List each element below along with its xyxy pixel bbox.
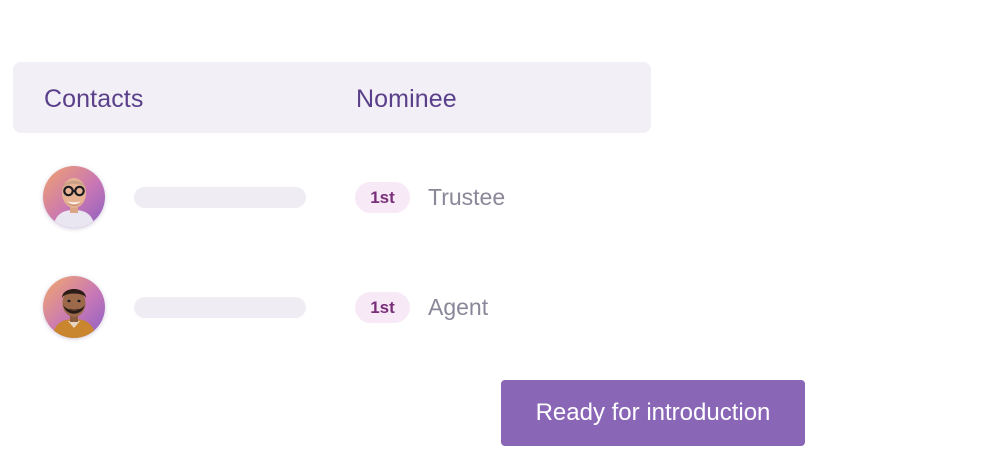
avatar	[43, 276, 105, 338]
table-row: 1st Agent	[0, 273, 993, 343]
nominee-role: Agent	[428, 294, 489, 320]
column-header-nominee: Nominee	[356, 85, 457, 113]
contact-name-placeholder	[134, 187, 306, 208]
table-header: Contacts Nominee	[13, 62, 651, 133]
column-header-contacts: Contacts	[44, 85, 144, 113]
table-row: 1st Trustee	[0, 163, 993, 233]
contact-avatar-beard-icon	[43, 276, 105, 338]
rank-badge: 1st	[355, 292, 410, 323]
rank-badge: 1st	[355, 182, 410, 213]
avatar	[43, 166, 105, 228]
nominee-role: Trustee	[428, 184, 506, 210]
contact-avatar-glasses-icon	[43, 166, 105, 228]
ready-for-introduction-button[interactable]: Ready for introduction	[501, 380, 805, 446]
contact-name-placeholder	[134, 297, 306, 318]
